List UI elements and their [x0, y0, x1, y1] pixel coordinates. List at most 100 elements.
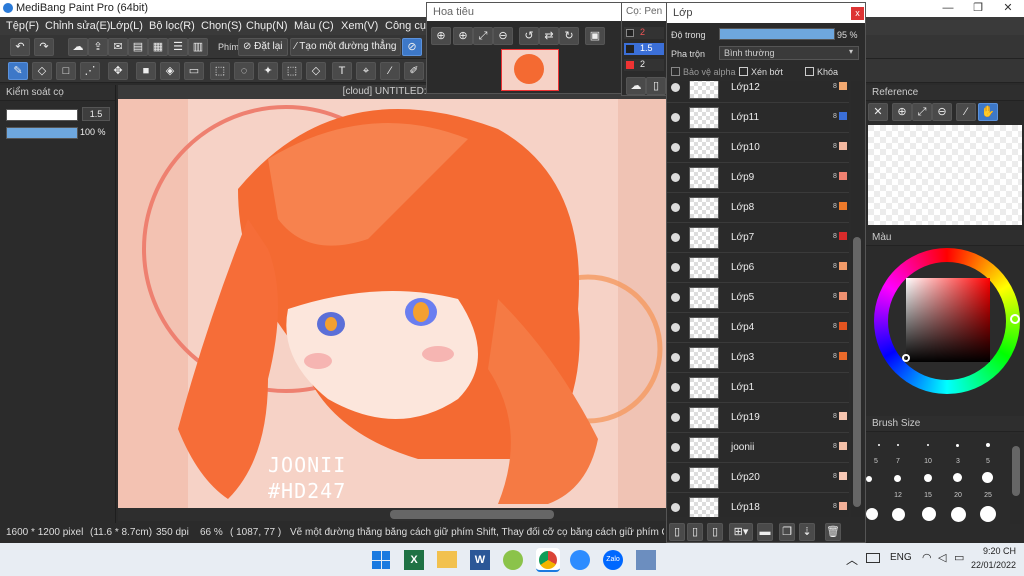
- menu-filter[interactable]: Bộ lọc(R): [149, 20, 195, 32]
- eye-icon[interactable]: [671, 143, 680, 152]
- nav-zoom-icon[interactable]: ⊕: [453, 27, 473, 45]
- calculator-icon[interactable]: [636, 550, 656, 570]
- brush-size-dot[interactable]: [866, 508, 878, 520]
- color-picker-handle[interactable]: [902, 354, 910, 362]
- magic-wand-icon[interactable]: ✦: [258, 62, 278, 80]
- brush-size-dot[interactable]: [953, 473, 962, 482]
- nav-rotate-right-icon[interactable]: ↻: [559, 27, 579, 45]
- select-rect-icon[interactable]: ⬚: [210, 62, 230, 80]
- file-explorer-icon[interactable]: [437, 551, 457, 568]
- menu-file[interactable]: Tệp(F): [6, 20, 39, 32]
- zalo-icon[interactable]: Zalo: [603, 550, 623, 570]
- layer-row[interactable]: Lớp8 8: [667, 193, 849, 223]
- merge-layer-icon[interactable]: ⇣: [799, 523, 815, 541]
- layer-row[interactable]: Lớp9 8: [667, 163, 849, 193]
- dropper-tool-icon[interactable]: ⁄: [380, 62, 400, 80]
- reference-zoomout-icon[interactable]: ⊖: [932, 103, 952, 121]
- folder-icon[interactable]: ▬: [757, 523, 773, 541]
- zoom-icon[interactable]: [570, 550, 590, 570]
- hue-picker-handle[interactable]: [1010, 314, 1020, 324]
- reference-fit-icon[interactable]: ⤢: [912, 103, 932, 121]
- nav-fit-icon[interactable]: ⤢: [473, 27, 493, 45]
- menu-color[interactable]: Màu (C): [294, 20, 334, 32]
- add-layer-dropdown-icon[interactable]: ⊞▾: [729, 523, 753, 541]
- menu-tools[interactable]: Công cụ: [385, 20, 426, 32]
- saturation-square[interactable]: [906, 278, 990, 362]
- fill-rect-tool-icon[interactable]: ■: [136, 62, 156, 80]
- delete-layer-icon[interactable]: 🗑: [825, 523, 841, 541]
- menu-edit[interactable]: Chỉnh sửa(E): [45, 20, 110, 32]
- layer-row[interactable]: Lớp1: [667, 373, 849, 403]
- layers-close-icon[interactable]: x: [851, 7, 864, 20]
- cloud-icon[interactable]: ☁: [68, 38, 88, 56]
- layer-opacity-slider[interactable]: [719, 28, 835, 40]
- brush-new-icon[interactable]: ▯: [646, 77, 666, 95]
- brush-size-dot[interactable]: [982, 472, 993, 483]
- keyboard-icon[interactable]: [866, 553, 880, 563]
- nav-zoomout-icon[interactable]: ⊖: [493, 27, 513, 45]
- select-pen-icon[interactable]: ⬚: [282, 62, 302, 80]
- redo-icon[interactable]: ↷: [34, 38, 54, 56]
- eye-icon[interactable]: [671, 113, 680, 122]
- reference-zoomin-icon[interactable]: ⊕: [892, 103, 912, 121]
- layer-row[interactable]: Lớp6 8: [667, 253, 849, 283]
- excel-icon[interactable]: X: [404, 550, 424, 570]
- nav-zoomin-icon[interactable]: ⊕: [431, 27, 451, 45]
- brush-size-dot[interactable]: [956, 444, 959, 447]
- brush-add-icon[interactable]: ☁: [626, 77, 646, 95]
- new-halftone-layer-icon[interactable]: ▯: [687, 523, 703, 541]
- brush-size-slider[interactable]: [6, 109, 78, 121]
- brush-size-dot[interactable]: [897, 444, 899, 446]
- layer-vscroll-thumb[interactable]: [853, 237, 861, 507]
- eye-icon[interactable]: [671, 443, 680, 452]
- list-icon[interactable]: ☰: [168, 38, 188, 56]
- operation-tool-icon[interactable]: ⌖: [356, 62, 376, 80]
- chrome-taskbar-button[interactable]: [536, 548, 560, 572]
- pen-extra-icon[interactable]: ✐: [404, 62, 424, 80]
- move-tool-icon[interactable]: ✥: [108, 62, 128, 80]
- close-button[interactable]: ✕: [993, 0, 1023, 17]
- layer-row[interactable]: Lớp10 8: [667, 133, 849, 163]
- eye-icon[interactable]: [671, 263, 680, 272]
- document-icon[interactable]: ▦: [148, 38, 168, 56]
- messenger-icon[interactable]: [503, 550, 523, 570]
- eraser-tool-icon[interactable]: ◇: [32, 62, 52, 80]
- brush-size-dot[interactable]: [927, 444, 929, 446]
- language-indicator[interactable]: ENG: [890, 552, 912, 563]
- lasso-icon[interactable]: ◌: [234, 62, 254, 80]
- volume-icon[interactable]: ◁: [938, 551, 946, 564]
- share-icon[interactable]: ⇪: [88, 38, 108, 56]
- menu-layer[interactable]: Lớp(L): [110, 20, 143, 32]
- brush-opacity-slider[interactable]: [6, 127, 78, 139]
- brush-size-dot[interactable]: [878, 444, 880, 446]
- eye-icon[interactable]: [671, 233, 680, 242]
- straight-line-button[interactable]: ⁄ Tạo một đường thẳng: [290, 38, 402, 56]
- new-8bit-layer-icon[interactable]: ▯: [707, 523, 723, 541]
- layer-row[interactable]: Lớp3 8: [667, 343, 849, 373]
- nav-rotate-left-icon[interactable]: ↺: [519, 27, 539, 45]
- no-entry-icon[interactable]: ⊘: [402, 38, 422, 56]
- layer-row[interactable]: Lớp18 8: [667, 493, 849, 517]
- text-tool-icon[interactable]: T: [332, 62, 352, 80]
- bucket-tool-icon[interactable]: ◈: [160, 62, 180, 80]
- eye-icon[interactable]: [671, 503, 680, 512]
- gradient-tool-icon[interactable]: ▭: [184, 62, 204, 80]
- eye-icon[interactable]: [671, 83, 680, 92]
- brush-size-dot[interactable]: [924, 474, 932, 482]
- clip-checkbox[interactable]: [739, 67, 748, 76]
- brush-size-dot[interactable]: [951, 507, 966, 522]
- brush-size-dot[interactable]: [866, 476, 872, 482]
- layer-row[interactable]: Lớp7 8: [667, 223, 849, 253]
- eye-icon[interactable]: [671, 353, 680, 362]
- protect-alpha-checkbox[interactable]: [671, 67, 680, 76]
- reference-canvas[interactable]: [868, 125, 1022, 225]
- brush-size-dot[interactable]: [986, 443, 990, 447]
- duplicate-layer-icon[interactable]: ❐: [779, 523, 795, 541]
- lock-checkbox[interactable]: [805, 67, 814, 76]
- canvas-area[interactable]: JOONII #HD247: [118, 85, 666, 521]
- layer-row[interactable]: Lớp19 8: [667, 403, 849, 433]
- comment-icon[interactable]: ✉: [108, 38, 128, 56]
- word-icon[interactable]: W: [470, 550, 490, 570]
- reference-close-icon[interactable]: ✕: [868, 103, 888, 121]
- layer-row[interactable]: Lớp4 8: [667, 313, 849, 343]
